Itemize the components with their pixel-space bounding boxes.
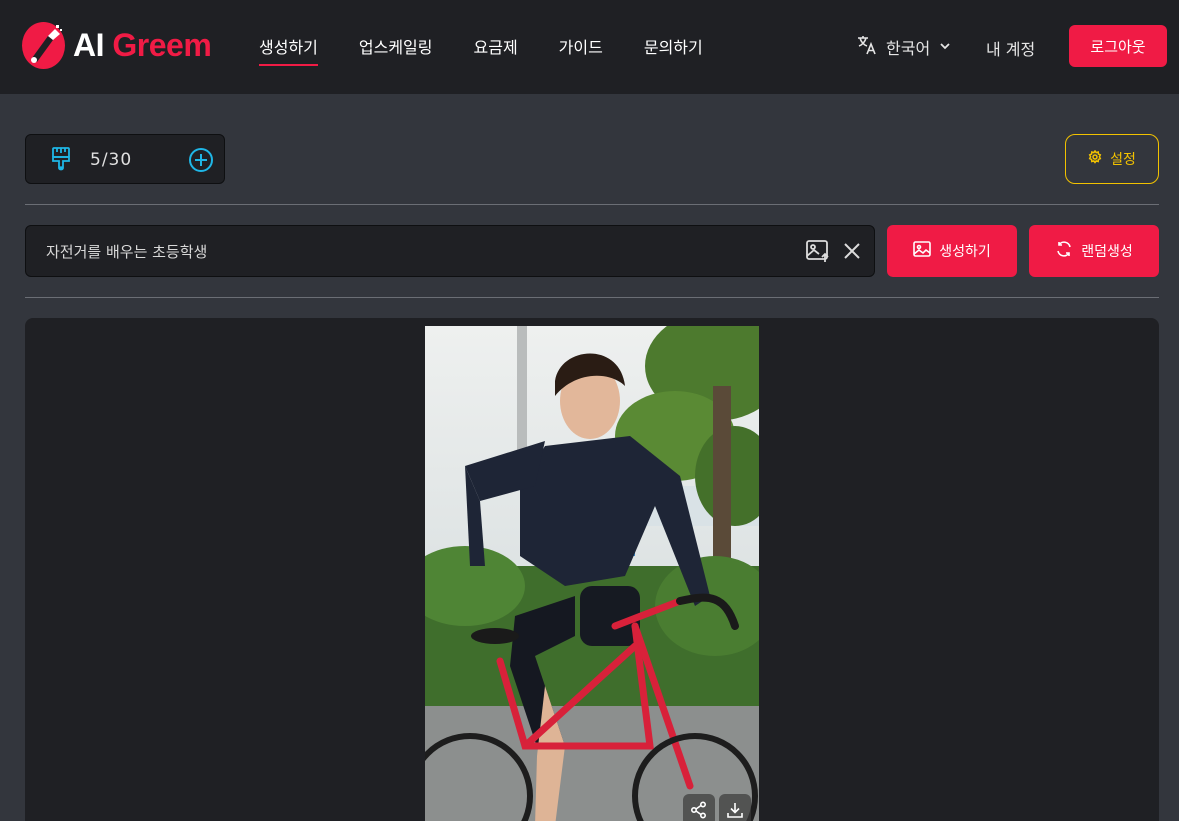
close-icon[interactable] xyxy=(842,241,862,265)
nav-item-pricing[interactable]: 요금제 xyxy=(474,34,518,68)
nav-item-contact[interactable]: 문의하기 xyxy=(644,34,703,68)
language-label: 한국어 xyxy=(886,39,931,58)
download-icon xyxy=(726,801,744,819)
logout-button[interactable]: 로그아웃 xyxy=(1069,25,1167,67)
image-icon xyxy=(913,241,932,261)
generate-label: 생성하기 xyxy=(939,244,991,260)
download-button[interactable] xyxy=(719,794,751,821)
refresh-icon xyxy=(1055,240,1073,262)
divider-top xyxy=(25,204,1159,205)
logo-text-greem: Greem xyxy=(112,27,212,63)
gear-icon xyxy=(1088,149,1102,168)
random-generate-label: 랜덤생성 xyxy=(1081,244,1133,260)
main-nav: 생성하기 업스케일링 요금제 가이드 문의하기 xyxy=(259,34,744,68)
result-panel xyxy=(25,318,1159,821)
plus-circle-icon[interactable] xyxy=(188,147,214,177)
nav-item-guide[interactable]: 가이드 xyxy=(559,34,603,68)
prompt-text[interactable]: 자전거를 배우는 초등학생 xyxy=(46,241,207,262)
logo-brush-icon xyxy=(22,22,65,69)
image-upload-icon[interactable] xyxy=(805,239,831,267)
my-account-link[interactable]: 내 계정 xyxy=(986,36,1035,60)
credits-box: 5/30 xyxy=(25,134,225,184)
settings-button[interactable]: 설정 xyxy=(1065,134,1159,184)
share-button[interactable] xyxy=(683,794,715,821)
generated-image[interactable] xyxy=(425,326,759,821)
prompt-input[interactable]: 자전거를 배우는 초등학생 xyxy=(25,225,875,277)
divider-bottom xyxy=(25,297,1159,298)
nav-item-generate[interactable]: 생성하기 xyxy=(259,34,318,68)
credits-count: 5/30 xyxy=(90,150,133,170)
logo-text-ai: AI xyxy=(73,27,105,63)
brush-icon xyxy=(50,146,72,178)
top-header: AI Greem 생성하기 업스케일링 요금제 가이드 문의하기 한국어 내 계… xyxy=(0,0,1179,94)
translate-icon xyxy=(856,34,878,60)
logo-text: AI Greem xyxy=(73,27,212,64)
nav-item-upscaling[interactable]: 업스케일링 xyxy=(359,34,433,68)
logo[interactable]: AI Greem xyxy=(22,22,212,69)
language-selector[interactable]: 한국어 xyxy=(856,34,952,60)
generate-button[interactable]: 생성하기 xyxy=(887,225,1017,277)
settings-label: 설정 xyxy=(1110,152,1136,168)
share-icon xyxy=(690,801,708,819)
random-generate-button[interactable]: 랜덤생성 xyxy=(1029,225,1159,277)
chevron-down-icon xyxy=(938,38,952,57)
